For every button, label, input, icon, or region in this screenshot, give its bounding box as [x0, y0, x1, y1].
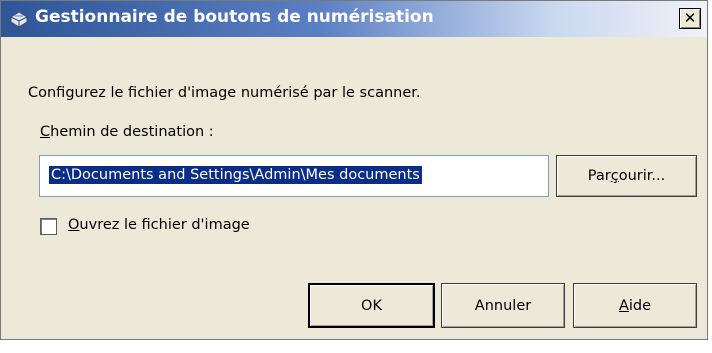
scanner-icon [10, 11, 28, 28]
cancel-button[interactable]: Annuler [441, 283, 565, 328]
checkbox-label-mnemonic: O [68, 217, 80, 233]
browse-button[interactable]: Par ç ourir... [556, 155, 697, 197]
title-bar[interactable]: Gestionnaire de boutons de numérisation … [1, 1, 707, 37]
help-label-mnemonic: A [618, 297, 629, 314]
open-image-checkbox-label[interactable]: Ouvrez le fichier d'image [68, 217, 250, 233]
browse-label-mnemonic: ç [610, 168, 619, 184]
instruction-text: Configurez le fichier d'image numérisé p… [28, 85, 421, 101]
dialog-window: Gestionnaire de boutons de numérisation … [0, 0, 708, 340]
help-button[interactable]: Aide [573, 283, 697, 328]
window-title: Gestionnaire de boutons de numérisation [35, 7, 434, 27]
destination-path-input[interactable]: C:\Documents and Settings\Admin\Mes docu… [39, 155, 549, 197]
close-button[interactable]: ✕ [679, 8, 701, 29]
path-value-selected: C:\Documents and Settings\Admin\Mes docu… [49, 166, 422, 184]
path-label-text: hemin de destination : [50, 124, 214, 140]
destination-path-label: Chemin de destination : [40, 124, 214, 140]
close-icon: ✕ [683, 9, 697, 27]
browse-label-pre: Par [587, 168, 611, 184]
browse-label-post: ourir... [618, 168, 666, 184]
help-label-text: ide [628, 297, 652, 314]
ok-button[interactable]: OK [308, 283, 435, 328]
open-image-checkbox[interactable] [40, 218, 57, 235]
checkbox-label-text: uvrez le fichier d'image [79, 217, 250, 233]
path-label-mnemonic: C [40, 124, 51, 140]
